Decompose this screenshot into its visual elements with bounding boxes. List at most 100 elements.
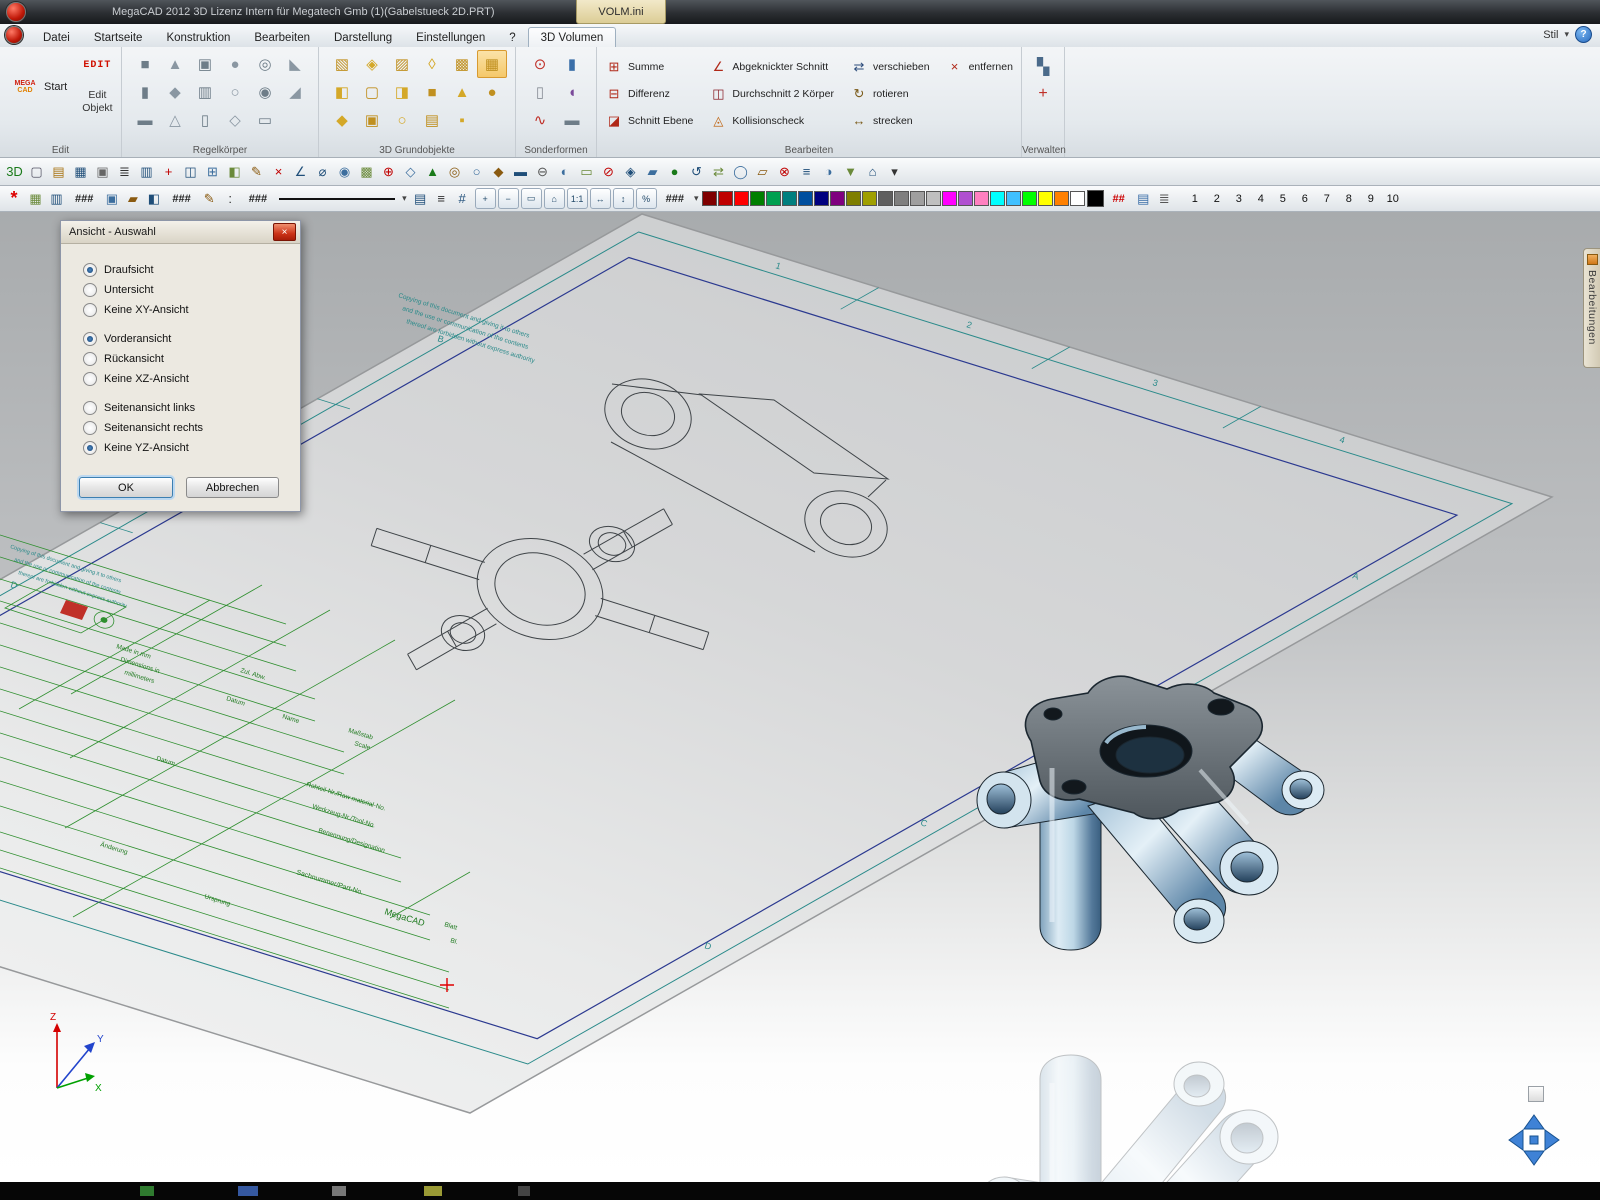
pen-number[interactable]: 1 [1184, 193, 1206, 205]
tool-icon[interactable]: ▤ [410, 188, 431, 209]
shape-icon[interactable]: ▯ [524, 78, 556, 106]
tool-icon[interactable]: ▢ [26, 161, 47, 182]
pen-number[interactable]: 2 [1206, 193, 1228, 205]
pen-number[interactable]: 10 [1382, 193, 1404, 205]
color-swatch[interactable] [1054, 191, 1069, 206]
tool-icon[interactable]: ≡ [796, 161, 817, 182]
tool-icon[interactable]: ⌂ [862, 161, 883, 182]
tool-icon[interactable]: ∠ [290, 161, 311, 182]
tool-icon[interactable]: ⊗ [774, 161, 795, 182]
taskbar-app[interactable] [518, 1186, 530, 1196]
tool-icon[interactable]: ▬ [510, 161, 531, 182]
tool-icon[interactable]: ◑ [818, 161, 839, 182]
zoom-icon[interactable]: ↔ [590, 188, 611, 209]
help-icon[interactable]: ? [1575, 26, 1592, 43]
ok-button[interactable]: OK [79, 477, 173, 498]
tool-icon[interactable]: ◎ [444, 161, 465, 182]
color-swatch[interactable] [1038, 191, 1053, 206]
shape-icon[interactable]: ○ [220, 78, 250, 106]
shape-icon[interactable]: ▦ [477, 50, 507, 78]
tool-icon[interactable]: ▭ [576, 161, 597, 182]
color-swatch[interactable] [862, 191, 877, 206]
ribbon-button-kollisionscheck[interactable]: ◬Kollisionscheck [709, 113, 834, 129]
tool-icon[interactable]: ▥ [136, 161, 157, 182]
shape-icon[interactable]: ▚ [1036, 56, 1050, 78]
color-swatch[interactable] [1006, 191, 1021, 206]
color-swatch[interactable] [782, 191, 797, 206]
shape-icon[interactable]: ▨ [387, 50, 417, 78]
shape-icon[interactable]: ◆ [160, 78, 190, 106]
tool-icon[interactable]: ⌀ [312, 161, 333, 182]
shape-icon[interactable]: ⊙ [524, 50, 556, 78]
ribbon-button-rotieren[interactable]: ↻rotieren [850, 86, 930, 102]
color-swatch[interactable] [958, 191, 973, 206]
zoom-icon[interactable]: ↕ [613, 188, 634, 209]
tool-icon[interactable]: ● [664, 161, 685, 182]
shape-icon[interactable]: ■ [417, 78, 447, 106]
pen-number[interactable]: 5 [1272, 193, 1294, 205]
ribbon-button-summe[interactable]: ⊞Summe [605, 59, 693, 75]
radio-untersicht[interactable]: Untersicht [83, 280, 300, 300]
zoom-icon[interactable]: 1:1 [567, 188, 588, 209]
color-swatch[interactable] [702, 191, 717, 206]
tool-icon[interactable]: ◐ [554, 161, 575, 182]
shape-icon[interactable]: ◖ [556, 78, 588, 106]
tool-icon[interactable]: ▦ [70, 161, 91, 182]
cancel-button[interactable]: Abbrechen [186, 477, 279, 498]
ribbon-tab-startseite[interactable]: Startseite [82, 28, 155, 47]
tool-icon[interactable]: ◇ [400, 161, 421, 182]
radio-keine-xz-ansicht[interactable]: Keine XZ-Ansicht [83, 369, 300, 389]
shape-icon[interactable]: ▮ [556, 50, 588, 78]
tool-icon[interactable]: ◆ [488, 161, 509, 182]
tool-icon[interactable]: ▥ [46, 188, 67, 209]
ribbon-button-verschieben[interactable]: ⇄verschieben [850, 59, 930, 75]
taskbar-app[interactable] [140, 1186, 154, 1196]
color-swatch[interactable] [814, 191, 829, 206]
color-swatch[interactable] [974, 191, 989, 206]
tool-icon[interactable]: ⊘ [598, 161, 619, 182]
shape-icon[interactable]: ▪ [447, 106, 477, 134]
tool-icon[interactable]: ⊖ [532, 161, 553, 182]
shape-icon[interactable]: + [1037, 84, 1048, 104]
shape-icon[interactable]: ▯ [190, 106, 220, 134]
pen-number[interactable]: 4 [1250, 193, 1272, 205]
shape-icon[interactable]: ▣ [357, 106, 387, 134]
pan-navigator-icon[interactable] [1506, 1112, 1562, 1168]
shape-icon[interactable]: ◨ [387, 78, 417, 106]
tool-icon[interactable]: ⊞ [202, 161, 223, 182]
color-swatch[interactable] [798, 191, 813, 206]
style-selector[interactable]: Stil [1543, 29, 1558, 41]
tool-icon[interactable]: ▼ [840, 161, 861, 182]
chevron-down-icon[interactable]: ▾ [694, 193, 699, 204]
radio-seitenansicht-rechts[interactable]: Seitenansicht rechts [83, 418, 300, 438]
color-swatch[interactable] [750, 191, 765, 206]
shape-icon[interactable]: ▧ [327, 50, 357, 78]
pen-number[interactable]: 6 [1294, 193, 1316, 205]
tool-icon[interactable]: ▣ [92, 161, 113, 182]
shape-icon[interactable]: ▢ [357, 78, 387, 106]
zoom-icon[interactable]: ▭ [521, 188, 542, 209]
line-style-sample[interactable] [279, 198, 395, 200]
ribbon-tab-3d-volumen[interactable]: 3D Volumen [528, 27, 617, 47]
ribbon-button-durchschnitt-2-k-rper[interactable]: ◫Durchschnitt 2 Körper [709, 86, 834, 102]
taskbar-app[interactable] [332, 1186, 346, 1196]
tool-icon[interactable]: ▲ [422, 161, 443, 182]
radio-seitenansicht-links[interactable]: Seitenansicht links [83, 398, 300, 418]
tool-icon[interactable]: ▤ [1133, 188, 1154, 209]
color-swatch[interactable] [766, 191, 781, 206]
shape-icon[interactable]: ◈ [357, 50, 387, 78]
edit-objekt-button[interactable]: EDIT Edit Objekt [82, 60, 112, 115]
shape-icon[interactable]: ◉ [250, 78, 280, 106]
tool-icon[interactable]: 3D [4, 161, 25, 182]
ribbon-tab-konstruktion[interactable]: Konstruktion [154, 28, 242, 47]
shape-icon[interactable]: ● [220, 50, 250, 78]
color-swatch[interactable] [830, 191, 845, 206]
shape-icon[interactable]: ▲ [160, 50, 190, 78]
pen-number[interactable]: 7 [1316, 193, 1338, 205]
shape-icon[interactable]: ▥ [190, 78, 220, 106]
tool-icon[interactable]: ▦ [25, 188, 46, 209]
model-3d[interactable] [977, 676, 1324, 950]
pen-number[interactable]: 8 [1338, 193, 1360, 205]
shape-icon[interactable]: ▭ [250, 106, 280, 134]
shape-icon[interactable]: ◣ [280, 50, 310, 78]
